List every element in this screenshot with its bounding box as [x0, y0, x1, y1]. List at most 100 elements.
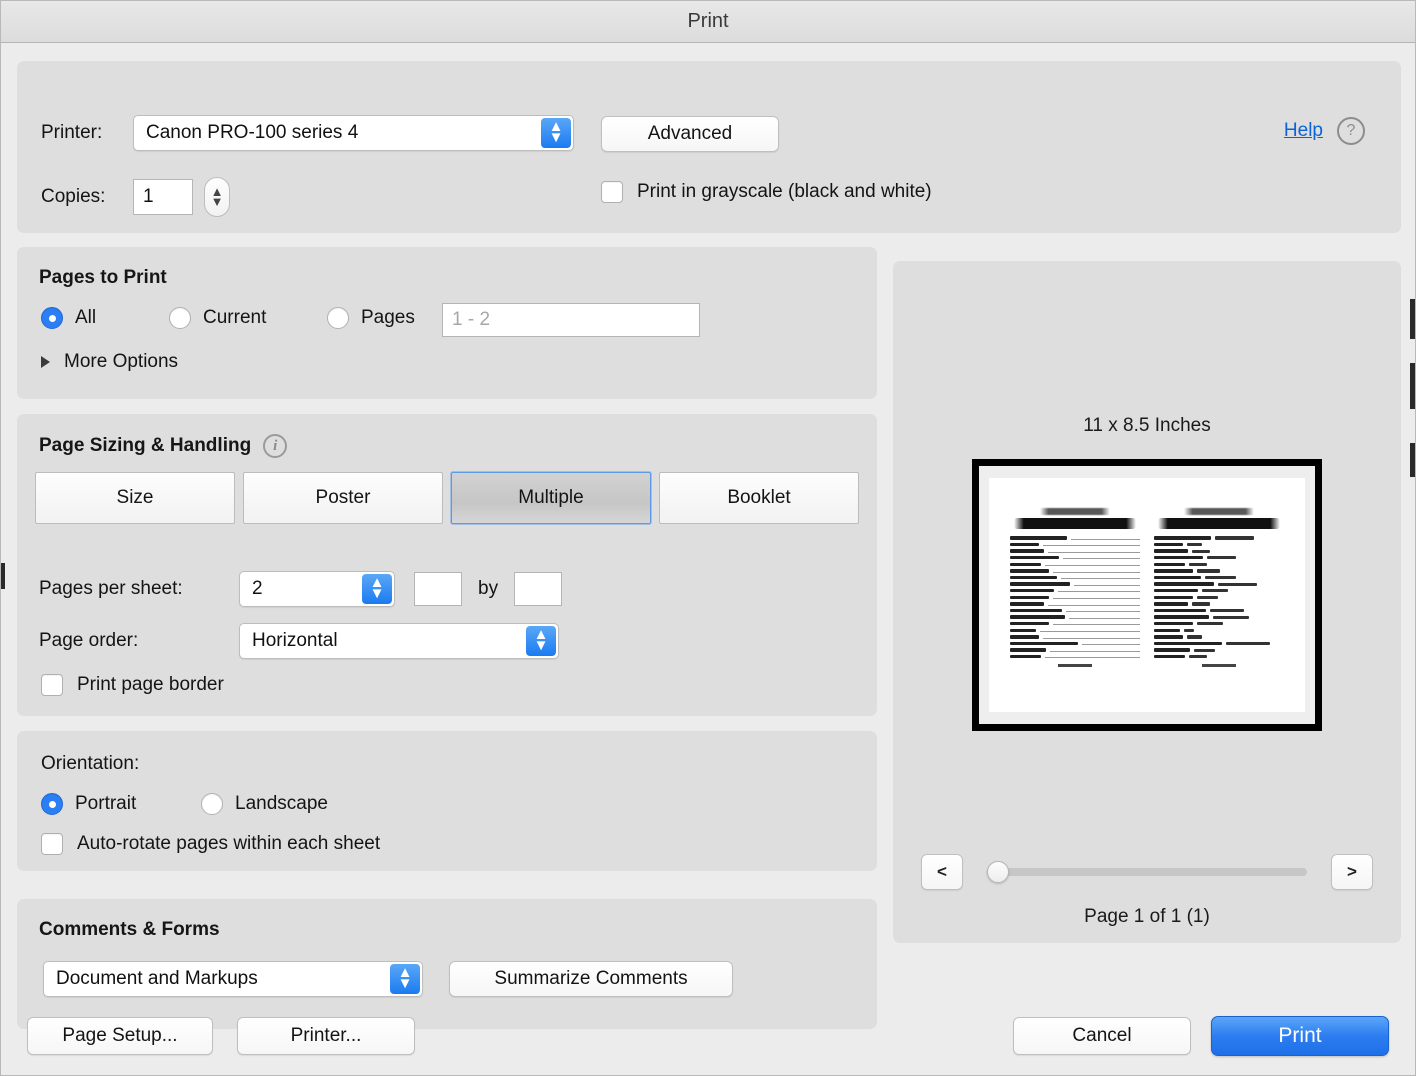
copies-input[interactable]: 1 — [133, 179, 193, 215]
preview-sheet — [972, 459, 1322, 731]
tab-booklet-label: Booklet — [727, 487, 791, 508]
preview-mini-page-1 — [1010, 508, 1140, 667]
page-slider-knob[interactable] — [987, 861, 1009, 883]
radio-all-control[interactable] — [41, 307, 63, 329]
mini-page-title-1 — [1040, 508, 1110, 515]
radio-current[interactable]: Current — [169, 307, 266, 329]
tab-size[interactable]: Size — [35, 472, 235, 524]
auto-rotate-checkbox[interactable] — [41, 833, 63, 855]
background-artifact-right-2 — [1410, 363, 1415, 409]
radio-landscape-label: Landscape — [235, 793, 328, 814]
pages-range-input[interactable]: 1 - 2 — [442, 303, 700, 337]
print-dialog-window: Print Printer: Canon PRO-100 series 4 ▲ ▼… — [0, 0, 1416, 1076]
grayscale-checkbox[interactable] — [601, 181, 623, 203]
preview-mini-page-2 — [1154, 508, 1284, 667]
pages-to-print-panel: Pages to Print All Current Pages 1 - 2 M… — [17, 247, 877, 399]
preview-panel: 11 x 8.5 Inches < > Page 1 of 1 (1) — [893, 261, 1401, 943]
previous-page-button[interactable]: < — [921, 854, 963, 890]
custom-rows-input[interactable] — [414, 572, 462, 606]
radio-all[interactable]: All — [41, 307, 96, 329]
page-setup-button[interactable]: Page Setup... — [27, 1017, 213, 1055]
copies-label: Copies: — [41, 186, 106, 207]
radio-landscape-control[interactable] — [201, 793, 223, 815]
page-slider[interactable] — [987, 854, 1307, 890]
page-sizing-panel: Page Sizing & Handling i Size Poster Mul… — [17, 414, 877, 716]
print-button-label: Print — [1278, 1024, 1322, 1047]
page-setup-label: Page Setup... — [62, 1025, 178, 1046]
next-page-button[interactable]: > — [1331, 854, 1373, 890]
background-artifact-left-1 — [1, 563, 5, 589]
mini-word-list-1 — [1010, 536, 1140, 659]
radio-portrait-control[interactable] — [41, 793, 63, 815]
radio-pages-control[interactable] — [327, 307, 349, 329]
radio-pages-label: Pages — [361, 307, 415, 328]
printer-settings-button[interactable]: Printer... — [237, 1017, 415, 1055]
print-button[interactable]: Print — [1211, 1016, 1389, 1056]
dialog-body: Printer: Canon PRO-100 series 4 ▲ ▼ Advan… — [1, 43, 1415, 1075]
tab-poster-label: Poster — [315, 487, 371, 508]
tab-size-label: Size — [116, 487, 154, 508]
comments-forms-select-value: Document and Markups — [56, 968, 258, 989]
page-sizing-title: Page Sizing & Handling — [39, 435, 252, 456]
pages-range-placeholder: 1 - 2 — [452, 309, 491, 330]
radio-portrait-label: Portrait — [75, 793, 137, 814]
pages-per-sheet-value: 2 — [252, 578, 263, 599]
by-label: by — [478, 578, 499, 599]
previous-page-label: < — [937, 862, 947, 881]
auto-rotate-row[interactable]: Auto-rotate pages within each sheet — [41, 833, 380, 855]
cancel-button[interactable]: Cancel — [1013, 1017, 1191, 1055]
comments-forms-select[interactable]: Document and Markups ▲ ▼ — [43, 961, 423, 997]
pages-to-print-title: Pages to Print — [39, 267, 167, 288]
help-link[interactable]: Help — [1284, 120, 1323, 142]
auto-rotate-label: Auto-rotate pages within each sheet — [77, 833, 381, 854]
mini-page-footer-1 — [1058, 663, 1092, 667]
printer-select-value: Canon PRO-100 series 4 — [146, 122, 359, 143]
mini-word-list-2 — [1154, 536, 1284, 659]
preview-size-label: 11 x 8.5 Inches — [1083, 415, 1211, 436]
orientation-panel: Orientation: Portrait Landscape Auto-rot… — [17, 731, 877, 871]
advanced-button[interactable]: Advanced — [601, 116, 779, 152]
more-options-toggle[interactable]: More Options — [41, 351, 178, 373]
page-order-select[interactable]: Horizontal ▲ ▼ — [239, 623, 559, 659]
print-page-border-row[interactable]: Print page border — [41, 674, 224, 696]
comments-forms-title: Comments & Forms — [39, 919, 220, 940]
radio-landscape[interactable]: Landscape — [201, 793, 328, 815]
custom-cols-input[interactable] — [514, 572, 563, 606]
cancel-button-label: Cancel — [1072, 1025, 1132, 1046]
chevron-updown-icon: ▲ ▼ — [526, 626, 556, 656]
grayscale-checkbox-row[interactable]: Print in grayscale (black and white) — [601, 181, 932, 203]
summarize-comments-button[interactable]: Summarize Comments — [449, 961, 733, 997]
summarize-comments-label: Summarize Comments — [494, 968, 688, 989]
chevron-updown-icon: ▲ ▼ — [541, 118, 571, 148]
mini-page-title-2 — [1184, 508, 1254, 515]
radio-current-control[interactable] — [169, 307, 191, 329]
radio-portrait[interactable]: Portrait — [41, 793, 136, 815]
chevron-updown-icon: ▲ ▼ — [390, 964, 420, 994]
title-bar: Print — [1, 1, 1415, 43]
background-artifact-right-1 — [1410, 299, 1415, 339]
page-order-label: Page order: — [39, 630, 139, 651]
help-icon[interactable]: ? — [1337, 117, 1365, 145]
print-page-border-checkbox[interactable] — [41, 674, 63, 696]
tab-booklet[interactable]: Booklet — [659, 472, 859, 524]
chevron-right-icon — [41, 356, 50, 368]
pages-per-sheet-label: Pages per sheet: — [39, 578, 183, 599]
printer-select[interactable]: Canon PRO-100 series 4 ▲ ▼ — [133, 115, 574, 151]
copies-value: 1 — [143, 186, 154, 207]
page-slider-track — [987, 868, 1307, 876]
copies-stepper[interactable]: ▲ ▼ — [204, 177, 230, 217]
window-title: Print — [687, 10, 729, 32]
print-page-border-label: Print page border — [77, 674, 224, 695]
printer-settings-label: Printer... — [290, 1025, 362, 1046]
page-count-label: Page 1 of 1 (1) — [1084, 906, 1210, 927]
pages-per-sheet-select[interactable]: 2 ▲ ▼ — [239, 571, 395, 607]
tab-poster[interactable]: Poster — [243, 472, 443, 524]
page-order-value: Horizontal — [252, 630, 338, 651]
radio-current-label: Current — [203, 307, 267, 328]
chevron-updown-icon: ▲ ▼ — [362, 574, 392, 604]
radio-pages[interactable]: Pages — [327, 307, 415, 329]
stepper-down-icon: ▼ — [210, 194, 224, 209]
info-icon[interactable]: i — [263, 434, 288, 458]
tab-multiple[interactable]: Multiple — [451, 472, 651, 524]
radio-all-label: All — [75, 307, 97, 328]
